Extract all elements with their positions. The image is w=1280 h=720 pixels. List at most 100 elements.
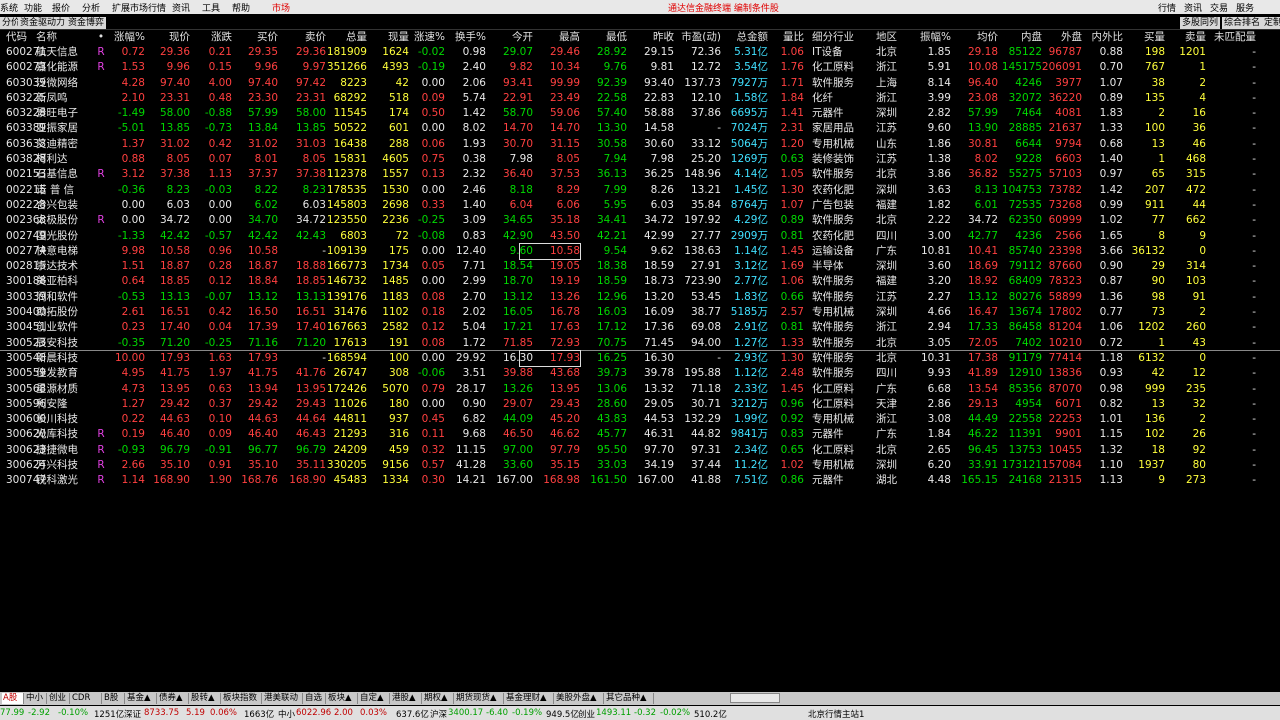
table-row[interactable]: 002228 合兴包装 0.00 6.03 0.00 6.02 6.03 145803 2698… bbox=[0, 198, 1280, 213]
table-row[interactable]: 300624 万兴科技 R 2.66 35.10 0.91 35.10 35.11 330205… bbox=[0, 458, 1280, 473]
market-tab[interactable]: 板块指数 bbox=[222, 693, 262, 704]
sub-tab[interactable]: 资金驱动力 bbox=[18, 17, 68, 29]
sub-tab-right[interactable]: 多股同列 bbox=[1180, 17, 1221, 29]
menu-item[interactable]: 帮助 bbox=[232, 1, 250, 14]
market-tab[interactable]: 自定▲ bbox=[359, 693, 390, 704]
table-row[interactable]: 300523 辰安科技 -0.35 71.20 -0.25 71.16 71.20 17613… bbox=[0, 336, 1280, 351]
cell-unmatched: - bbox=[1252, 137, 1256, 150]
market-tab[interactable]: 自选 bbox=[304, 693, 326, 704]
table-row[interactable]: 603638 艾迪精密 1.37 31.02 0.42 31.02 31.03 16438 28… bbox=[0, 137, 1280, 152]
cell-unmatched: - bbox=[1252, 336, 1256, 349]
menu-right-item[interactable]: 行情 bbox=[1158, 1, 1176, 14]
market-tab[interactable]: 港美联动 bbox=[263, 693, 303, 704]
table-row[interactable]: 002215 诺 普 信 -0.36 8.23 -0.03 8.22 8.23 178535 1… bbox=[0, 183, 1280, 198]
market-tab[interactable]: 债券▲ bbox=[158, 693, 189, 704]
table-row[interactable]: 600271 航天信息 R 0.72 29.36 0.21 29.35 29.36 181909… bbox=[0, 45, 1280, 60]
menu-right-item[interactable]: 交易 bbox=[1210, 1, 1228, 14]
market-tab[interactable]: 期权▲ bbox=[423, 693, 454, 704]
status-cy-pct: -0.02% bbox=[660, 708, 691, 718]
table-row[interactable]: 002749 国光股份 -1.33 42.42 -0.57 42.42 42.43 6803 7… bbox=[0, 229, 1280, 244]
table-row[interactable]: 300559 佳发教育 4.95 41.75 1.97 41.75 41.76 26747 30… bbox=[0, 366, 1280, 381]
cell-vol-ratio: 1.30 bbox=[780, 351, 804, 364]
table-row[interactable]: 300548 新晨科技 10.00 17.93 1.63 17.93-168594 100 0… bbox=[0, 349, 1280, 367]
table-row[interactable]: 300451 创业软件 0.23 17.40 0.04 17.39 17.40 167663 2… bbox=[0, 320, 1280, 335]
table-row[interactable]: 300568 星源材质 4.73 13.95 0.63 13.94 13.95 172426 5… bbox=[0, 382, 1280, 397]
market-tab[interactable]: 板块▲ bbox=[327, 693, 358, 704]
cell-vol-ratio: 1.84 bbox=[780, 91, 804, 104]
sub-tab-right[interactable]: 综合排名 bbox=[1222, 17, 1263, 29]
status-zx-pct: 0.03% bbox=[360, 708, 388, 718]
status-sz-pct: 0.06% bbox=[210, 708, 238, 718]
horizontal-scrollbar[interactable] bbox=[730, 693, 780, 703]
market-tab[interactable]: B股 bbox=[103, 693, 125, 704]
table-header: 代码 名称 • 涨幅% 现价 涨跌 买价 卖价 总量 现量 涨速% 换手% 今开 最高 最低 昨收 市盈(动) 总… bbox=[0, 30, 1280, 45]
menu-market[interactable]: 市场 bbox=[272, 1, 290, 14]
table-row[interactable]: 300188 美亚柏科 0.64 18.85 0.12 18.84 18.85 146732 1… bbox=[0, 274, 1280, 289]
market-tab[interactable]: 美股外盘▲ bbox=[555, 693, 604, 704]
menu-bar: 系统 功能 报价 分析 扩展市场行情 资讯 工具 帮助 市场 通达信金融终端 编制条件股 行情 资讯交… bbox=[0, 0, 1280, 14]
cell-industry: 化工原料 bbox=[812, 382, 854, 395]
table-row[interactable]: 600273 嘉化能源 R 1.53 9.96 0.15 9.96 9.97 351266 439… bbox=[0, 60, 1280, 75]
sub-tab[interactable]: 资金博弈 bbox=[66, 17, 107, 29]
status-sz-chg: 5.19 bbox=[186, 708, 205, 718]
cell-vol-ratio: 0.83 bbox=[780, 428, 804, 441]
cell-unmatched: - bbox=[1252, 260, 1256, 273]
market-tab[interactable]: 创业 bbox=[48, 693, 70, 704]
cell-vol-ratio: 0.65 bbox=[780, 443, 804, 456]
table-row[interactable]: 603039 泛微网络 4.28 97.40 4.00 97.40 97.42 8223 42 0… bbox=[0, 76, 1280, 91]
table-row[interactable]: 002153 石基信息 R 3.12 37.38 1.13 37.37 37.38 112378… bbox=[0, 167, 1280, 182]
table-row[interactable]: 603225 新凤鸣 2.10 23.31 0.48 23.30 23.31 68292 518… bbox=[0, 91, 1280, 106]
table-row[interactable]: 002774 快意电梯 9.98 10.58 0.96 10.58-109139 175 0.… bbox=[0, 242, 1280, 260]
sub-tab-right[interactable]: 定制 bbox=[1262, 17, 1280, 29]
table-row[interactable]: 603228 景旺电子 -1.49 58.00 -0.88 57.99 58.00 11545… bbox=[0, 106, 1280, 121]
market-tab[interactable]: 期货现货▲ bbox=[455, 693, 504, 704]
menu-item[interactable]: 扩展市场行情 bbox=[112, 1, 166, 14]
menu-item[interactable]: 工具 bbox=[202, 1, 220, 14]
cell-unmatched: - bbox=[1252, 244, 1256, 257]
market-tab[interactable]: 港股▲ bbox=[391, 693, 422, 704]
market-tab[interactable]: CDR bbox=[71, 693, 102, 704]
table-row[interactable]: 603828 柯利达 0.88 8.05 0.07 8.01 8.05 15831 4605 0.… bbox=[0, 152, 1280, 167]
market-tab[interactable]: A股 bbox=[2, 693, 24, 704]
table-row[interactable]: 300747 锐科激光 R 1.14 168.90 1.90 168.76 168.90 454… bbox=[0, 473, 1280, 488]
table-row[interactable]: 300600 长川科技 0.22 44.63 0.10 44.63 44.64 44811 93… bbox=[0, 412, 1280, 427]
cell-industry: 软件服务 bbox=[812, 336, 854, 349]
menu-right-item[interactable]: 服务 bbox=[1236, 1, 1254, 14]
table-row[interactable]: 002815 崇达技术 1.51 18.87 0.28 18.87 18.88 166773 1… bbox=[0, 259, 1280, 274]
cell-industry: 化工原料 bbox=[812, 61, 854, 74]
cell-industry: 软件服务 bbox=[812, 351, 854, 364]
table-row[interactable]: 300339 润和软件 -0.53 13.13 -0.07 13.12 13.13 13917… bbox=[0, 290, 1280, 305]
cell-industry: 专用机械 bbox=[812, 137, 854, 150]
market-tab[interactable]: 中小 bbox=[25, 693, 47, 704]
cell-vol-ratio: 0.81 bbox=[780, 321, 804, 334]
market-tab[interactable]: 其它品种▲ bbox=[605, 693, 654, 704]
column-header[interactable]: 细分行业 bbox=[812, 30, 872, 45]
market-tab[interactable]: 基金▲ bbox=[126, 693, 157, 704]
menu-right-item[interactable]: 资讯 bbox=[1184, 1, 1202, 14]
table-row[interactable]: 300620 光库科技 R 0.19 46.40 0.09 46.40 46.43 21293 3… bbox=[0, 427, 1280, 442]
cell-unmatched: - bbox=[1252, 474, 1256, 487]
market-tab[interactable]: 股转▲ bbox=[190, 693, 221, 704]
cell-industry: 软件服务 bbox=[812, 321, 854, 334]
menu-item[interactable]: 报价 bbox=[52, 1, 70, 14]
table-row[interactable]: 300623 捷捷微电 R -0.93 96.79 -0.91 96.77 96.79 2420… bbox=[0, 443, 1280, 458]
cell-vol-ratio: 1.45 bbox=[780, 382, 804, 395]
cell-vol-ratio: 1.06 bbox=[780, 275, 804, 288]
menu-item[interactable]: 分析 bbox=[82, 1, 100, 14]
cell-vol-ratio: 0.89 bbox=[780, 214, 804, 227]
status-server: 北京行情主站1 bbox=[808, 710, 865, 720]
menu-item[interactable]: 系统 bbox=[0, 1, 18, 14]
menu-item[interactable]: 功能 bbox=[24, 1, 42, 14]
market-tab[interactable]: 基金理财▲ bbox=[505, 693, 554, 704]
menu-item[interactable]: 资讯 bbox=[172, 1, 190, 14]
cell-vol-ratio: 2.48 bbox=[780, 367, 804, 380]
table-row[interactable]: 300400 劲拓股份 2.61 16.51 0.42 16.50 16.51 31476 11… bbox=[0, 305, 1280, 320]
column-header[interactable]: 量比 bbox=[744, 30, 804, 45]
cell-vol-ratio: 0.96 bbox=[780, 397, 804, 410]
cell-unmatched: - bbox=[1252, 413, 1256, 426]
table-row[interactable]: 300596 利安隆 1.27 29.42 0.37 29.42 29.43 11026 180… bbox=[0, 397, 1280, 412]
table-row[interactable]: 603389 亚振家居 -5.01 13.85 -0.73 13.84 13.85 50522… bbox=[0, 121, 1280, 136]
cell-industry: 元器件 bbox=[812, 474, 844, 487]
table-row[interactable]: 002368 太极股份 R 0.00 34.72 0.00 34.70 34.72 123550… bbox=[0, 213, 1280, 228]
column-header[interactable]: 未匹配量 bbox=[1196, 30, 1256, 45]
